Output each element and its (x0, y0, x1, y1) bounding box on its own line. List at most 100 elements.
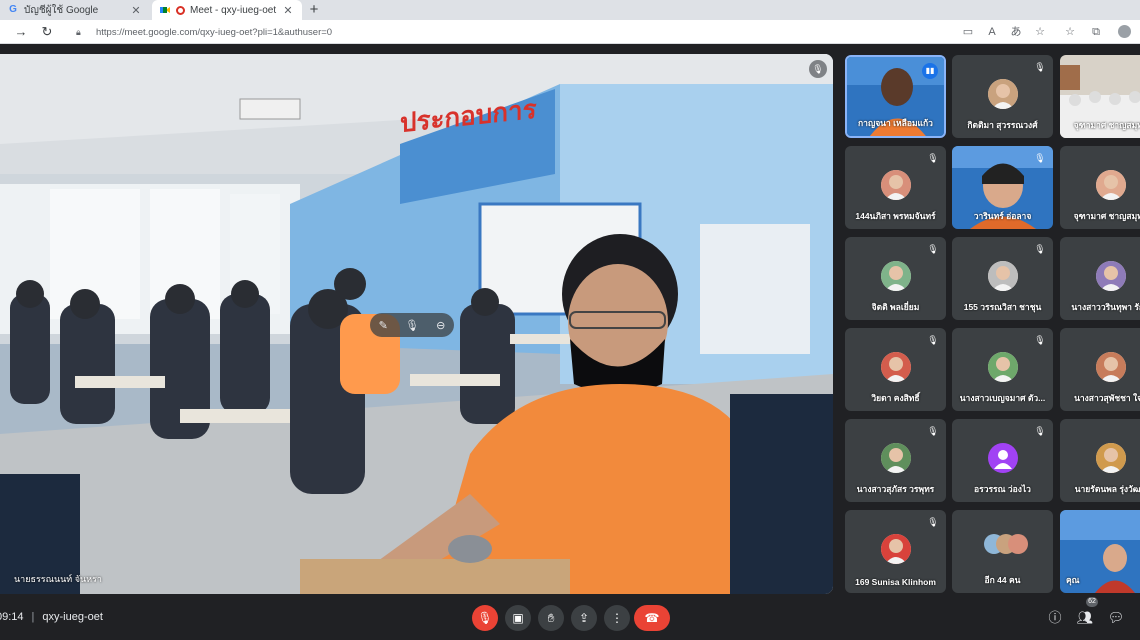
hang-up-icon: ☎︎ (644, 611, 660, 625)
profile-avatar[interactable] (1118, 25, 1131, 38)
mic-muted-icon: 🎙︎ (809, 60, 827, 78)
participant-avatar (988, 443, 1018, 473)
bookmark-icon[interactable]: ☆ (1032, 24, 1048, 40)
participant-tile[interactable]: 🎙︎ วิยดา คงสิทธิ์ (845, 328, 946, 411)
reload-icon[interactable]: ↻ (38, 23, 56, 41)
participant-avatar (881, 170, 911, 200)
tab-meet[interactable]: Meet - qxy-iueg-oet ✕ (152, 0, 302, 20)
url-field[interactable]: 🔒︎ https://meet.google.com/qxy-iueg-oet?… (70, 22, 950, 42)
participant-name: นางสาวสุภัสร วรพุทร (856, 484, 935, 494)
tab-title: Meet - qxy-iueg-oet (190, 4, 277, 16)
participant-name: นางสาวเบญจมาศ ตัว... (959, 393, 1046, 403)
mic-muted-icon[interactable]: ✎ (379, 319, 388, 332)
participant-name: จิตติ พลเยี่ยม (871, 302, 920, 312)
people-button[interactable]: 👥︎ (1075, 608, 1095, 628)
participant-tile[interactable]: อีก 44 คน (952, 510, 1053, 593)
browser-tabstrip: G บัญชีผู้ใช้ Google ✕ Meet - qxy-iueg-o… (0, 0, 1140, 20)
more-vert-icon: ⋮ (611, 611, 623, 625)
participant-tile[interactable]: 🎙︎นายรัตนพล รุ่งวัฒน์ (1060, 419, 1140, 502)
recording-icon (176, 5, 185, 15)
participant-tile[interactable]: คุณ (1060, 510, 1140, 593)
camera-status-icon[interactable]: ▭ (960, 24, 976, 40)
participant-name: นางสาววรินทุพา รักษ (1071, 302, 1140, 312)
participant-avatar (988, 352, 1018, 382)
participant-tile[interactable]: 🎙︎นางสาววรินทุพา รักษ (1060, 237, 1140, 320)
mic-muted-icon: 🎙︎ (1034, 335, 1046, 345)
participant-tile[interactable]: 🎙︎นางสาวสุพัชชา ใจวิ (1060, 328, 1140, 411)
google-icon: G (9, 4, 17, 15)
present-icon: ⇪ (578, 611, 590, 625)
mic-muted-icon: 🎙︎ (927, 517, 939, 527)
participant-tile[interactable]: 🎙︎ นางสาวสุภัสร วรพุทร (845, 419, 946, 502)
camera-button[interactable]: ▣ (505, 605, 531, 631)
participant-tile[interactable]: 🎙︎ กิตติมา สุวรรณวงศ์ (952, 55, 1053, 138)
mic-muted-icon: 🎙︎ (1034, 426, 1046, 436)
others-avatars (984, 534, 1028, 556)
participant-name: นางสาวสุพัชชา ใจวิ (1074, 393, 1140, 403)
close-tab-icon[interactable]: ✕ (130, 4, 142, 17)
tile-hover-controls: ✎ 🎙︎ ⊖ (370, 313, 454, 337)
meeting-details-button[interactable]: ⓘ (1045, 608, 1065, 628)
participant-tile[interactable]: 🎙︎จุฑามาศ ชาญสมุทร (1060, 146, 1140, 229)
participant-avatar (1096, 170, 1126, 200)
meeting-control-bar: 09:14|qxy-iueg-oet 🎙︎ ▣ ✋︎ ⇪ ⋮ ☎︎ ⓘ 👥︎ 6… (0, 594, 1140, 640)
participant-avatar (1096, 261, 1126, 291)
participant-tile[interactable]: 🎙︎ จิตติ พลเยี่ยม (845, 237, 946, 320)
participant-name: 144นภิสา พรหมจันทร์ (855, 211, 936, 221)
participant-name: 155 วรรณวิสา ชาชุน (963, 302, 1042, 312)
microphone-off-button[interactable]: 🎙︎ (472, 605, 498, 631)
participant-tile[interactable]: ▮▮ กาญจนา เหลือมแก้ว (845, 55, 946, 138)
participant-tile[interactable]: 🎙︎ 144นภิสา พรหมจันทร์ (845, 146, 946, 229)
participant-tile[interactable]: 🎙︎ นางสาวเบญจมาศ ตัว... (952, 328, 1053, 411)
main-video-feed[interactable]: ประกอบการ 🎙︎ ✎ 🎙︎ ⊖ นายธรรณนนท์ จันหรา (0, 54, 833, 594)
participant-tile[interactable]: 🎙︎ 169 Sunisa Klinhom (845, 510, 946, 593)
participant-avatar (881, 261, 911, 291)
mic-off-icon: 🎙︎ (477, 611, 493, 625)
remove-icon[interactable]: ⊖ (436, 319, 445, 332)
info-icon: ⓘ (1048, 610, 1062, 625)
tab-google-account[interactable]: G บัญชีผู้ใช้ Google ✕ (0, 0, 150, 20)
raise-hand-button[interactable]: ✋︎ (538, 605, 564, 631)
read-aloud-icon[interactable]: A (984, 24, 1000, 40)
mic-muted-icon: 🎙︎ (1034, 153, 1046, 163)
present-screen-button[interactable]: ⇪ (571, 605, 597, 631)
back-icon[interactable]: → (12, 23, 30, 41)
people-icon: 👥︎ (1076, 610, 1094, 625)
favorites-icon[interactable]: ☆ (1062, 24, 1078, 40)
participant-name: อีก 44 คน (984, 575, 1021, 585)
meeting-code: qxy-iueg-oet (42, 611, 103, 623)
new-tab-button[interactable]: + (306, 1, 322, 19)
mic-muted-icon[interactable]: 🎙︎ (405, 319, 419, 332)
participant-avatar (1096, 443, 1126, 473)
mic-muted-icon: 🎙︎ (927, 153, 939, 163)
participant-name: จุฑามาศ ชาญสมุทร (1073, 211, 1140, 221)
participant-name: จุฑามาศ ชาญสมุทร (1073, 120, 1140, 130)
speaking-indicator-icon: ▮▮ (922, 63, 938, 79)
mic-muted-icon: 🎙︎ (927, 426, 939, 436)
participant-tile[interactable]: 🎙︎ วารินทร์ อ่อลาจ (952, 146, 1053, 229)
participant-name: 169 Sunisa Klinhom (855, 577, 936, 587)
participant-name: อรวรรณ ว่องไว (974, 484, 1031, 494)
participant-tile[interactable]: 🎙︎ 155 วรรณวิสา ชาชุน (952, 237, 1053, 320)
participant-tile[interactable]: 🎙︎จุฑามาศ ชาญสมุทร (1060, 55, 1140, 138)
translate-icon[interactable]: あ (1008, 24, 1024, 40)
leave-call-button[interactable]: ☎︎ (634, 605, 670, 631)
chat-button[interactable]: 💬︎ (1106, 608, 1126, 628)
participant-count-badge: 62 (1086, 597, 1098, 607)
tab-title: บัญชีผู้ใช้ Google (24, 4, 99, 16)
url-text: https://meet.google.com/qxy-iueg-oet?pli… (96, 26, 333, 38)
participant-avatar (881, 352, 911, 382)
lock-icon: 🔒︎ (76, 26, 81, 37)
more-options-button[interactable]: ⋮ (604, 605, 630, 631)
top-spacer (0, 44, 1140, 54)
participant-name: นายรัตนพล รุ่งวัฒน์ (1074, 484, 1140, 494)
participant-avatar (988, 261, 1018, 291)
participant-tile[interactable]: 🎙︎ อรวรรณ ว่องไว (952, 419, 1053, 502)
mic-muted-icon: 🎙︎ (1034, 244, 1046, 254)
participant-name: คุณ (1066, 575, 1080, 585)
participant-avatar (988, 79, 1018, 109)
participant-avatar (1096, 352, 1126, 382)
close-tab-icon[interactable]: ✕ (282, 4, 294, 17)
collections-icon[interactable]: ⧉ (1088, 24, 1104, 40)
chat-icon: 💬︎ (1107, 610, 1125, 625)
